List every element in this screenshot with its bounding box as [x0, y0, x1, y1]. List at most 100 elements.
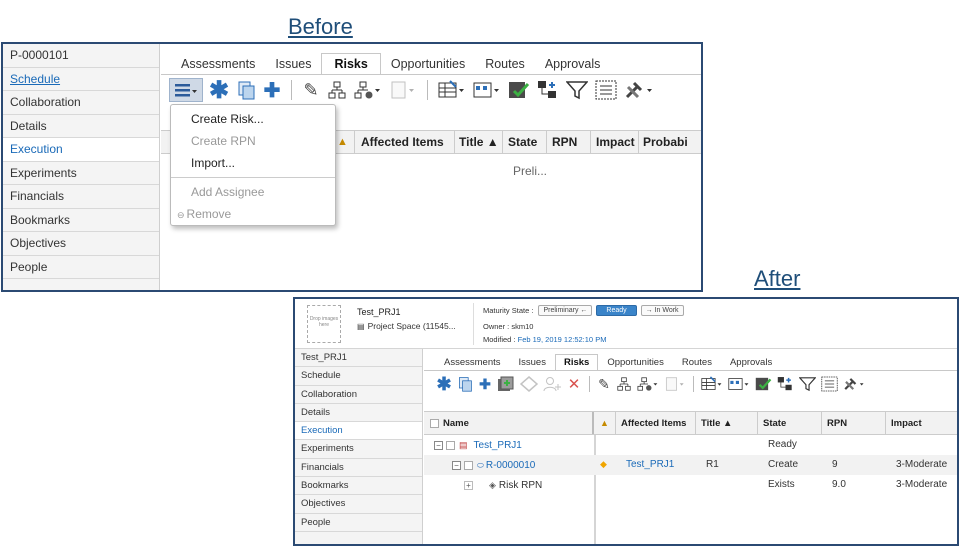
before-sidebar-item[interactable]: P-0000101: [3, 44, 159, 68]
column-title[interactable]: Title ▲: [455, 131, 503, 153]
drop-images-box[interactable]: Drop images here: [307, 305, 341, 343]
before-sidebar-item-experiments[interactable]: Experiments: [3, 162, 159, 185]
before-sidebar-item-bookmarks[interactable]: Bookmarks: [3, 209, 159, 232]
expand-toggle[interactable]: +: [464, 481, 473, 490]
document-disabled-icon[interactable]: [663, 376, 687, 392]
approve-list-icon[interactable]: [754, 376, 773, 392]
after-sidebar-item-financials[interactable]: Financials: [295, 459, 422, 478]
row-checkbox[interactable]: [476, 481, 485, 490]
table-edit-icon[interactable]: [700, 376, 724, 392]
menu-icon[interactable]: [169, 78, 203, 102]
maturity-next-button[interactable]: → In Work: [640, 305, 684, 316]
column-rpn[interactable]: RPN: [547, 131, 591, 153]
after-sidebar-item-people[interactable]: People: [295, 514, 422, 532]
collapse-toggle[interactable]: −: [434, 441, 443, 450]
after-tab-assessments[interactable]: Assessments: [435, 355, 510, 370]
row-impact: 3-Moderate: [896, 479, 948, 490]
before-sidebar-item-collaboration[interactable]: Collaboration: [3, 91, 159, 115]
column-impact[interactable]: Impact: [591, 131, 639, 153]
column-name[interactable]: Name: [424, 412, 594, 434]
after-column-impact[interactable]: Impact: [886, 412, 957, 434]
row-name[interactable]: Risk RPN: [499, 480, 542, 491]
before-sidebar-item-schedule[interactable]: Schedule: [3, 68, 159, 91]
after-sidebar-item[interactable]: Test_PRJ1: [295, 349, 422, 368]
after-sidebar-item-objectives[interactable]: Objectives: [295, 495, 422, 514]
after-sidebar-item-collaboration[interactable]: Collaboration: [295, 386, 422, 404]
tab-assessments[interactable]: Assessments: [171, 54, 265, 74]
after-sidebar-item-execution[interactable]: Execution: [295, 422, 422, 441]
add-icon[interactable]: ✚: [262, 78, 282, 103]
after-column-title[interactable]: Title ▲: [696, 412, 758, 434]
hierarchy-icon[interactable]: [326, 81, 348, 99]
table-row[interactable]: − ▤ Test_PRJ1 Ready: [424, 435, 957, 455]
column-state[interactable]: State: [503, 131, 547, 153]
columns-icon[interactable]: [472, 80, 502, 100]
select-grid-icon[interactable]: [594, 80, 618, 100]
asterisk-icon[interactable]: ✱: [435, 374, 453, 395]
menu-item-remove[interactable]: ⊖ Remove: [171, 203, 335, 225]
select-grid-icon[interactable]: [820, 376, 839, 392]
table-edit-icon[interactable]: [437, 80, 467, 100]
row-name[interactable]: Test_PRJ1: [474, 440, 522, 451]
menu-item-create-rpn[interactable]: Create RPN: [171, 130, 335, 152]
add-assignee-icon[interactable]: [542, 376, 562, 392]
menu-item-create-risk[interactable]: Create Risk...: [171, 108, 335, 130]
after-tab-routes[interactable]: Routes: [673, 355, 721, 370]
after-sidebar-item-schedule[interactable]: Schedule: [295, 367, 422, 386]
edit-pencil-icon[interactable]: ✎: [596, 376, 612, 393]
before-sidebar-item-execution[interactable]: Execution: [3, 138, 159, 162]
filter-icon[interactable]: [798, 376, 817, 392]
add-structure-icon[interactable]: [776, 376, 795, 392]
risk-disabled-icon[interactable]: [519, 376, 539, 392]
tab-issues[interactable]: Issues: [265, 54, 321, 74]
tab-approvals[interactable]: Approvals: [535, 54, 611, 74]
add-rpn-icon[interactable]: [496, 376, 516, 392]
before-sidebar-item-details[interactable]: Details: [3, 115, 159, 138]
filter-icon[interactable]: [565, 80, 589, 100]
tab-opportunities[interactable]: Opportunities: [381, 54, 475, 74]
add-structure-icon[interactable]: [536, 80, 560, 100]
after-tab-issues[interactable]: Issues: [510, 355, 555, 370]
column-probability[interactable]: Probabi: [639, 131, 699, 153]
before-sidebar-item-objectives[interactable]: Objectives: [3, 232, 159, 256]
column-affected-items[interactable]: Affected Items: [355, 131, 455, 153]
before-sidebar-item-financials[interactable]: Financials: [3, 185, 159, 209]
after-column-rpn[interactable]: RPN: [822, 412, 886, 434]
row-checkbox[interactable]: [464, 461, 473, 470]
tab-risks[interactable]: Risks: [321, 53, 381, 74]
menu-item-import[interactable]: Import...: [171, 152, 335, 174]
tab-routes[interactable]: Routes: [475, 54, 535, 74]
menu-item-add-assignee[interactable]: Add Assignee: [171, 181, 335, 203]
row-affected-item[interactable]: Test_PRJ1: [626, 459, 674, 470]
hierarchy-settings-icon[interactable]: [353, 81, 383, 99]
after-column-affected-items[interactable]: Affected Items: [616, 412, 696, 434]
after-sidebar-item-experiments[interactable]: Experiments: [295, 440, 422, 459]
asterisk-icon[interactable]: ✱: [208, 76, 230, 105]
tools-icon[interactable]: [842, 376, 866, 392]
approve-list-icon[interactable]: [507, 80, 531, 100]
copy-icon[interactable]: [235, 80, 257, 100]
after-column-state[interactable]: State: [758, 412, 822, 434]
maturity-prev-button[interactable]: Preliminary ←: [538, 305, 593, 316]
table-row[interactable]: − ⬭ R-0000010 ◆ Test_PRJ1 R1 Create 9 3-…: [424, 455, 957, 475]
before-sidebar-item-people[interactable]: People: [3, 256, 159, 279]
columns-icon[interactable]: [727, 376, 751, 392]
after-tab-risks[interactable]: Risks: [554, 354, 599, 370]
after-tab-approvals[interactable]: Approvals: [721, 355, 781, 370]
row-checkbox[interactable]: [446, 441, 455, 450]
document-disabled-icon[interactable]: [388, 80, 418, 100]
row-name[interactable]: R-0000010: [486, 460, 535, 471]
collapse-toggle[interactable]: −: [452, 461, 461, 470]
copy-icon[interactable]: [456, 376, 474, 392]
hierarchy-icon[interactable]: [615, 377, 633, 391]
remove-icon[interactable]: ✕: [565, 375, 583, 393]
after-sidebar-item-bookmarks[interactable]: Bookmarks: [295, 477, 422, 496]
after-sidebar-item-details[interactable]: Details: [295, 404, 422, 423]
after-tab-opportunities[interactable]: Opportunities: [598, 355, 673, 370]
add-icon[interactable]: ✚: [477, 376, 493, 393]
select-all-checkbox[interactable]: [430, 418, 439, 428]
hierarchy-settings-icon[interactable]: [636, 377, 660, 391]
table-row[interactable]: + ◈ Risk RPN Exists 9.0 3-Moderate: [424, 475, 957, 495]
tools-icon[interactable]: [623, 80, 655, 100]
edit-pencil-icon[interactable]: ✎: [301, 80, 321, 101]
